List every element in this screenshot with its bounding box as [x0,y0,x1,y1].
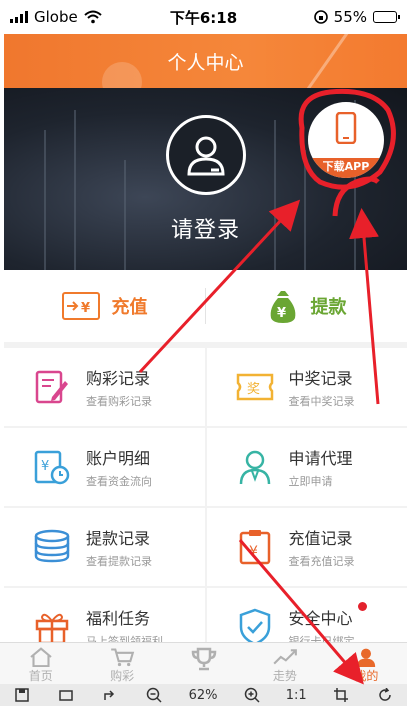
svg-text:¥: ¥ [41,459,49,474]
menu-subtitle: 查看充值记录 [288,555,355,568]
menu-title: 申请代理 [288,449,353,468]
menu-subtitle: 马上签到领福利 [86,635,163,642]
save-icon[interactable] [12,685,32,705]
menu-win-records[interactable]: 奖 中奖记录查看中奖记录 [206,348,407,426]
menu-title: 账户明细 [86,449,151,468]
bottom-tab-bar: 首页 购彩 走势 我的 [0,642,407,684]
wifi-icon [84,10,102,24]
zoom-level: 62% [188,687,218,703]
menu-subtitle: 查看提款记录 [86,555,152,568]
trophy-icon [191,647,216,671]
battery-percent: 55% [333,8,367,26]
zoom-out-icon[interactable] [144,685,164,705]
menu-title: 购彩记录 [86,369,151,388]
rotate-icon[interactable] [375,685,395,705]
avatar[interactable] [166,115,246,195]
quick-actions: ¥ 充值 ¥ 提款 [4,270,407,348]
status-bar: Globe 下午6:18 55% [0,0,407,34]
agent-person-icon [235,447,275,487]
tab-label: 首页 [28,669,53,683]
viewer-toolbar: 62% 1:1 [0,684,407,706]
svg-text:¥: ¥ [249,544,258,560]
recharge-button[interactable]: ¥ 充值 [4,270,205,342]
menu-title: 提款记录 [86,529,151,548]
menu-grid: 购彩记录查看购彩记录 奖 中奖记录查看中奖记录 ¥ 账户明细查看资金流向 申请代… [4,348,407,642]
menu-security-center[interactable]: 安全中心银行卡已绑定 [206,588,407,642]
menu-bet-records[interactable]: 购彩记录查看购彩记录 [4,348,205,426]
edit-icon [32,367,72,407]
tab-trend[interactable]: 走势 [244,643,325,684]
download-app-label: 下载APP [308,158,384,178]
login-link[interactable]: 请登录 [4,212,407,244]
svg-text:¥: ¥ [81,301,90,316]
trend-icon [273,649,297,665]
profile-hero: 请登录 下载APP [4,88,407,270]
tab-mine[interactable]: 我的 [326,643,407,684]
recharge-clipboard-icon: ¥ [235,527,275,567]
user-icon [357,648,376,667]
zoom-in-icon[interactable] [242,685,262,705]
signal-icon [10,11,28,23]
withdraw-label: 提款 [310,297,347,318]
clock: 下午6:18 [169,8,238,27]
menu-title: 安全中心 [288,609,353,628]
carrier-label: Globe [34,8,78,26]
svg-text:¥: ¥ [277,306,286,321]
recharge-label: 充值 [111,297,148,318]
tab-label: 走势 [272,669,297,683]
prize-ticket-icon: 奖 [235,367,275,407]
menu-subtitle: 查看中奖记录 [288,395,355,408]
coins-icon [32,527,72,567]
rotation-lock-icon [313,10,328,24]
menu-title: 充值记录 [288,529,353,548]
notification-dot [358,602,367,611]
cart-icon [111,648,135,667]
share-icon[interactable] [100,685,120,705]
menu-apply-agent[interactable]: 申请代理 立即申请 [206,428,407,506]
menu-title: 中奖记录 [288,369,353,388]
money-bag-icon: ¥ [270,291,295,323]
menu-subtitle: 查看资金流向 [86,475,152,488]
svg-text:奖: 奖 [247,382,260,397]
recharge-icon: ¥ [61,292,100,320]
page-title: 个人中心 [167,52,244,74]
menu-withdraw-records[interactable]: 提款记录查看提款记录 [4,508,205,586]
gift-icon [32,607,72,642]
tab-home[interactable]: 首页 [0,643,81,684]
menu-subtitle: 立即申请 [288,475,333,488]
tab-label: 购彩 [110,669,135,683]
menu-subtitle: 银行卡已绑定 [288,635,355,642]
withdraw-button[interactable]: ¥ 提款 [206,270,407,342]
menu-welfare-tasks[interactable]: 福利任务马上签到领福利 [4,588,205,642]
menu-subtitle: 查看购彩记录 [86,395,152,408]
user-avatar-icon [187,136,225,176]
tab-draw[interactable] [163,643,244,684]
tab-buy[interactable]: 购彩 [81,643,162,684]
menu-recharge-records[interactable]: ¥ 充值记录查看充值记录 [206,508,407,586]
phone-icon [335,112,357,144]
tab-label: 我的 [354,669,379,683]
crop-icon[interactable] [331,685,351,705]
download-app-button[interactable]: 下载APP [308,102,384,178]
shield-check-icon [235,607,275,642]
actual-size-button[interactable]: 1:1 [286,685,307,705]
home-icon [30,647,52,667]
account-statement-icon: ¥ [32,447,72,487]
fit-screen-icon[interactable] [56,685,76,705]
page-header: 个人中心 [4,34,407,88]
menu-title: 福利任务 [86,609,151,628]
menu-account-details[interactable]: ¥ 账户明细查看资金流向 [4,428,205,506]
battery-icon [373,11,400,23]
